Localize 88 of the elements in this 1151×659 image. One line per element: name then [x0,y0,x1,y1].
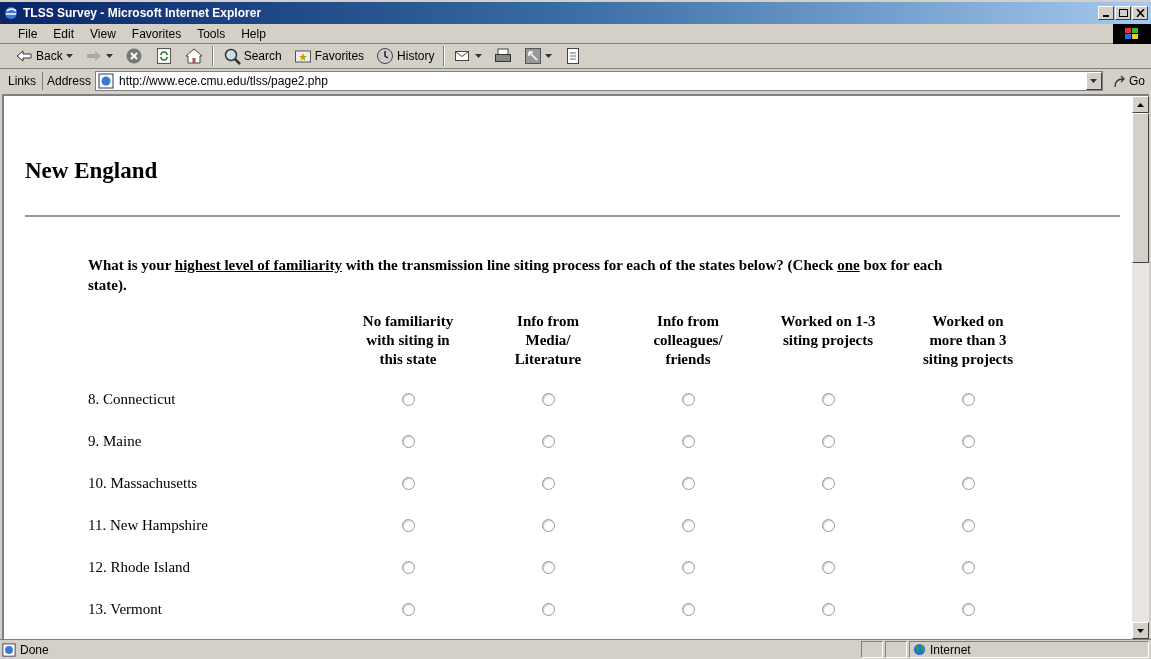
radio-button[interactable] [961,561,975,574]
windows-logo-icon [1113,23,1151,44]
radio-button[interactable] [401,519,415,532]
menu-item[interactable]: Help [233,24,274,43]
scroll-down-icon[interactable] [1137,628,1144,633]
status-text: Done [20,641,49,659]
page-icon [2,642,16,657]
radio-button[interactable] [541,603,555,616]
page-heading: New England [25,157,158,185]
radio-button[interactable] [681,519,695,532]
state-label: 13. Vermont [88,600,163,620]
radio-button[interactable] [541,477,555,490]
menu-item[interactable]: Favorites [123,24,190,43]
radio-button[interactable] [681,393,695,406]
menu-item[interactable]: Tools [189,24,234,43]
minimize-button[interactable] [1098,6,1114,20]
menu-item[interactable]: Edit [45,24,83,43]
state-label: 10. Massachusetts [88,474,199,494]
radio-button[interactable] [401,435,415,448]
radio-button[interactable] [681,603,695,616]
column-header: Info from colleagues/ friends [652,311,724,369]
radio-button[interactable] [961,477,975,490]
radio-button[interactable] [401,603,415,616]
radio-button[interactable] [681,435,695,448]
page-icon [98,72,115,89]
caret-icon [1090,78,1098,83]
column-header: Info from Media/ Literature [513,311,583,369]
column-header: Worked on 1-3 siting projects [779,311,877,350]
radio-button[interactable] [821,435,835,448]
radio-button[interactable] [821,477,835,490]
address-field[interactable]: http://www.ece.cmu.edu/tlss/page2.php [95,70,1103,91]
radio-button[interactable] [541,435,555,448]
radio-button[interactable] [541,393,555,406]
radio-button[interactable] [961,393,975,406]
links-label[interactable]: Links [4,71,43,90]
radio-button[interactable] [401,393,415,406]
radio-button[interactable] [401,561,415,574]
go-button[interactable]: Go [1107,71,1151,90]
scroll-up-icon[interactable] [1137,102,1144,107]
globe-icon [913,643,926,656]
house-icon [184,47,203,65]
scrollbar[interactable] [1132,96,1149,639]
security-zone-text: Internet [930,641,971,659]
address-label: Address [47,72,92,90]
go-arrow-icon [1113,73,1127,88]
back-arrow-icon [15,47,33,65]
radio-button[interactable] [961,435,975,448]
window-title: TLSS Survey - Microsoft Internet Explorer [23,5,262,22]
radio-button[interactable] [821,561,835,574]
stop-icon [124,47,143,65]
history-button[interactable]: History [373,45,438,67]
radio-button[interactable] [541,561,555,574]
close-icon [1135,9,1145,17]
menu-item[interactable]: View [82,24,124,43]
state-label: 11. New Hampshire [88,516,209,536]
column-header: Worked on more than 3 siting projects [921,311,1015,369]
radio-button[interactable] [681,477,695,490]
radio-button[interactable] [681,561,695,574]
radio-button[interactable] [541,519,555,532]
state-label: 8. Connecticut [88,390,177,410]
radio-button[interactable] [821,603,835,616]
radio-button[interactable] [821,519,835,532]
clock-icon [376,47,395,65]
favorites-button[interactable]: Favorites [290,45,368,67]
column-header: No familiarity with siting in this state [361,311,455,369]
caret-icon [105,54,113,58]
browser-logo-icon [3,5,19,21]
radio-button[interactable] [961,603,975,616]
back-button[interactable]: Back [12,45,76,67]
caret-icon [475,54,483,58]
caret-icon [65,54,73,58]
printer-icon [494,47,513,65]
close-button[interactable] [1132,6,1148,20]
menu-item[interactable]: File [10,24,46,43]
state-label: 12. Rhode Island [88,558,192,578]
radio-button[interactable] [961,519,975,532]
dropdown-button[interactable] [1086,71,1102,90]
edit-icon [524,47,543,65]
maximize-button[interactable] [1115,6,1131,20]
question-text: What is your highest level of familiarity with the transmission line siting process for each of the states below? (Check one box for each state). [88,255,944,295]
caret-icon [545,54,553,58]
state-label: 9. Maine [88,432,143,452]
search-button[interactable]: Search [219,45,285,67]
refresh-icon [154,47,173,65]
search-icon [222,47,241,65]
maximize-icon [1118,9,1128,17]
radio-button[interactable] [401,477,415,490]
radio-button[interactable] [821,393,835,406]
